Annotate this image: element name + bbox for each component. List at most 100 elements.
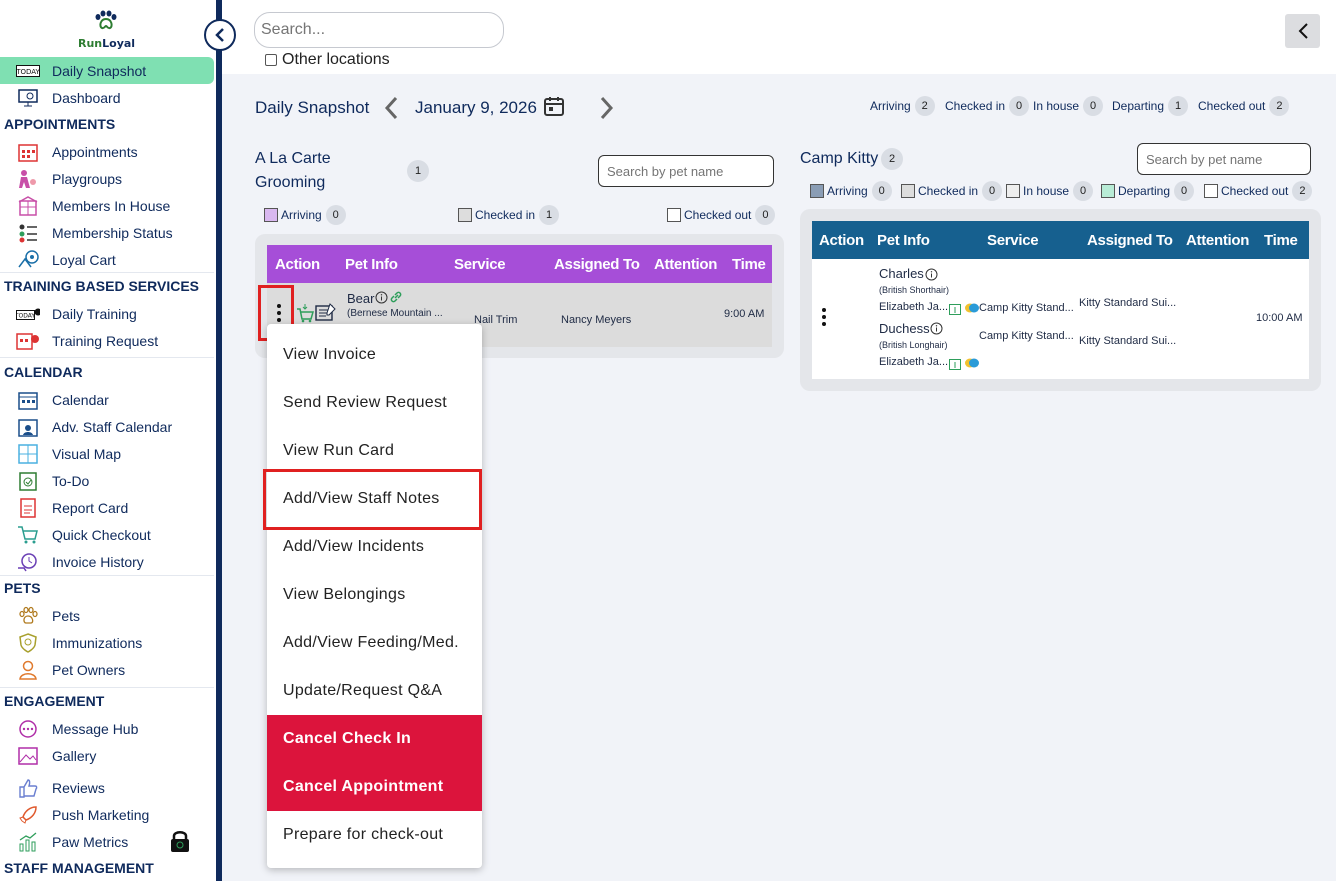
sidebar-item-calendar[interactable]: Calendar xyxy=(0,386,214,413)
legend-swatch xyxy=(810,184,824,198)
legend-checked-in[interactable]: Checked in 0 xyxy=(901,181,1003,201)
info-icon[interactable] xyxy=(925,268,938,286)
link-icon[interactable] xyxy=(389,290,403,309)
grooming-pet-search[interactable] xyxy=(598,155,774,187)
next-date-button[interactable] xyxy=(598,96,616,125)
grooming-title: A La Carte Grooming xyxy=(255,150,331,191)
other-locations-checkbox[interactable]: Other locations xyxy=(265,51,390,69)
lock-icon xyxy=(170,829,190,858)
sidebar-item-label: Gallery xyxy=(52,747,97,764)
info-icon[interactable] xyxy=(375,291,388,309)
count-pill: 2 xyxy=(1269,96,1290,116)
sidebar-item-pets[interactable]: Pets xyxy=(0,602,214,629)
menu-item-send-review-request[interactable]: Send Review Request xyxy=(267,379,482,427)
count-pill: 0 xyxy=(1009,96,1030,116)
sidebar-item-visual-map[interactable]: Visual Map xyxy=(0,440,214,467)
pet-breed: (British Longhair) xyxy=(879,340,948,350)
legend-swatch xyxy=(1006,184,1020,198)
shield-icon xyxy=(16,632,40,654)
legend-in-house[interactable]: In house 0 xyxy=(1006,181,1094,201)
section-divider xyxy=(0,272,214,273)
calendar-grid-icon xyxy=(16,141,40,163)
today-whistle-icon: TODAY xyxy=(16,303,40,325)
sidebar-item-pet-owners[interactable]: Pet Owners xyxy=(0,656,214,683)
message-bubble-icon[interactable] xyxy=(964,356,980,374)
checkbox-box[interactable] xyxy=(265,54,277,66)
legend-arriving[interactable]: Arriving 0 xyxy=(810,181,892,201)
message-bubble-icon[interactable] xyxy=(964,301,980,319)
menu-item-qa[interactable]: Update/Request Q&A xyxy=(267,667,482,715)
legend-checked-out[interactable]: Checked out 2 xyxy=(1204,181,1313,201)
sidebar-item-immunizations[interactable]: Immunizations xyxy=(0,629,214,656)
chevron-left-icon xyxy=(384,96,398,120)
sidebar-item-push-marketing[interactable]: Push Marketing xyxy=(0,801,214,828)
sidebar-collapse-button[interactable] xyxy=(204,19,236,51)
pet-name-charles[interactable]: Charles xyxy=(879,266,924,281)
prev-date-button[interactable] xyxy=(382,96,400,125)
row-actions-menu-button[interactable] xyxy=(822,308,826,329)
sidebar-item-report-card[interactable]: Report Card xyxy=(0,494,214,521)
col-service: Service xyxy=(987,232,1039,249)
sidebar-item-label: Dashboard xyxy=(52,89,121,106)
calendar-whistle-icon xyxy=(16,330,40,352)
pet-name-bear[interactable]: Bear xyxy=(347,291,374,306)
menu-item-view-invoice[interactable]: View Invoice xyxy=(267,331,482,379)
sidebar-item-gallery[interactable]: Gallery xyxy=(0,742,214,769)
pet-name-duchess[interactable]: Duchess xyxy=(879,321,930,336)
sidebar-item-reviews[interactable]: Reviews xyxy=(0,774,214,801)
calendar-small-icon xyxy=(949,357,961,375)
sidebar-item-to-do[interactable]: To-Do xyxy=(0,467,214,494)
sidebar-item-invoice-history[interactable]: Invoice History xyxy=(0,548,214,575)
service-cell: Camp Kitty Stand... xyxy=(979,302,1074,314)
today-calendar-icon: TODAY xyxy=(16,60,40,82)
menu-item-feeding-med[interactable]: Add/View Feeding/Med. xyxy=(267,619,482,667)
legend-checked-out[interactable]: Checked out 0 xyxy=(667,205,776,225)
sidebar-item-quick-checkout[interactable]: Quick Checkout xyxy=(0,521,214,548)
menu-item-view-run-card[interactable]: View Run Card xyxy=(267,427,482,475)
sidebar-item-members-in-house[interactable]: Members In House xyxy=(0,192,214,219)
sidebar-item-label: Appointments xyxy=(52,143,138,160)
sidebar-item-daily-training[interactable]: TODAY Daily Training xyxy=(0,300,214,327)
owner-name[interactable]: Elizabeth Ja... xyxy=(879,301,948,313)
sidebar-item-adv-staff-calendar[interactable]: Adv. Staff Calendar xyxy=(0,413,214,440)
sidebar-item-label: Reviews xyxy=(52,779,105,796)
playgroup-dog-icon xyxy=(16,168,40,190)
menu-item-cancel-check-in[interactable]: Cancel Check In xyxy=(267,715,482,763)
col-service: Service xyxy=(454,256,506,273)
sidebar-item-label: Training Request xyxy=(52,332,159,349)
menu-item-incidents[interactable]: Add/View Incidents xyxy=(267,523,482,571)
owner-name[interactable]: Elizabeth Ja... xyxy=(879,356,948,368)
section-pets: PETS xyxy=(4,580,41,596)
runloyal-logo[interactable]: RunLoyal xyxy=(78,10,135,50)
calendar-picker-icon[interactable] xyxy=(544,96,564,121)
legend-departing[interactable]: Departing 0 xyxy=(1101,181,1195,201)
legend-swatch xyxy=(264,208,278,222)
assigned-cell: Nancy Meyers xyxy=(561,314,632,326)
info-icon[interactable] xyxy=(930,322,943,340)
pet-breed: (Bernese Mountain ... xyxy=(347,308,443,319)
sidebar-item-dashboard[interactable]: Dashboard xyxy=(0,84,214,111)
history-clock-icon xyxy=(16,551,40,573)
sidebar-item-label: Invoice History xyxy=(52,553,144,570)
legend-swatch xyxy=(667,208,681,222)
col-assigned-to: Assigned To xyxy=(554,256,640,273)
sidebar-item-daily-snapshot[interactable]: TODAY Daily Snapshot xyxy=(0,57,214,84)
camp-kitty-count-badge: 2 xyxy=(881,148,903,170)
menu-item-prepare-checkout[interactable]: Prepare for check-out xyxy=(267,811,482,859)
global-search-input[interactable] xyxy=(254,12,504,48)
menu-item-cancel-appointment[interactable]: Cancel Appointment xyxy=(267,763,482,811)
sidebar-item-membership-status[interactable]: Membership Status xyxy=(0,219,214,246)
sidebar-item-loyal-cart[interactable]: Loyal Cart xyxy=(0,246,214,273)
sidebar-item-playgroups[interactable]: Playgroups xyxy=(0,165,214,192)
camp-kitty-title: Camp Kitty xyxy=(800,150,879,167)
sidebar-item-message-hub[interactable]: Message Hub xyxy=(0,715,214,742)
sidebar-item-appointments[interactable]: Appointments xyxy=(0,138,214,165)
legend-arriving[interactable]: Arriving 0 xyxy=(264,205,346,225)
dashboard-monitor-icon xyxy=(16,87,40,109)
sidebar-item-training-request[interactable]: Training Request xyxy=(0,327,214,354)
menu-item-belongings[interactable]: View Belongings xyxy=(267,571,482,619)
camp-pet-search[interactable] xyxy=(1137,143,1311,175)
back-button[interactable] xyxy=(1285,14,1320,48)
count-pill: 2 xyxy=(914,96,935,116)
legend-checked-in[interactable]: Checked in 1 xyxy=(458,205,560,225)
